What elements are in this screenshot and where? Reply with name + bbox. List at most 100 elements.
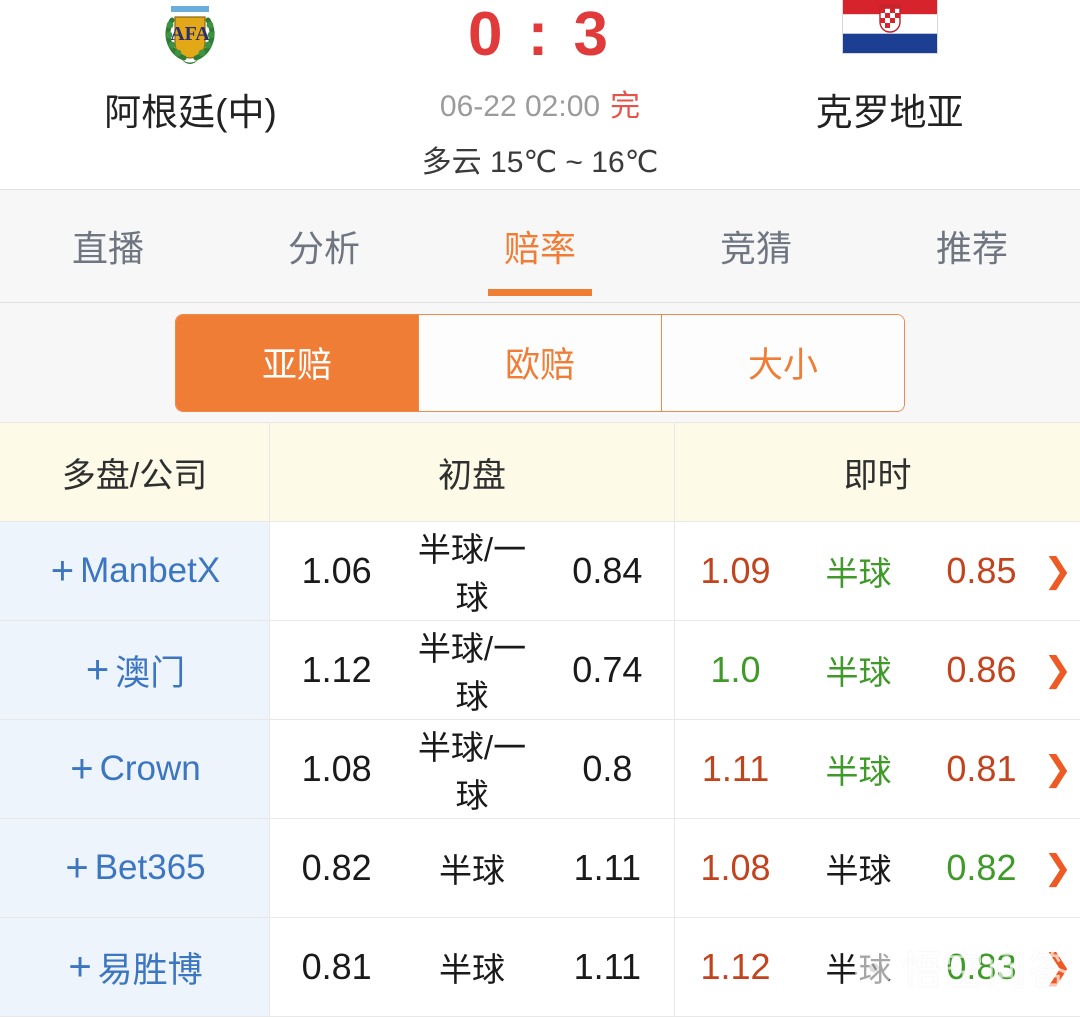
row-live-cell: 1.0 半球 0.86 ❯: [675, 621, 1080, 719]
live-home-odds: 1.12: [700, 946, 771, 987]
live-away-odds: 0.85: [946, 550, 1017, 591]
tab-live-label: 直播: [71, 228, 144, 269]
company-link[interactable]: + 澳门: [84, 645, 185, 696]
opening-away-odds: 0.74: [572, 649, 643, 690]
live-home-odds: 1.08: [700, 847, 771, 888]
company-link[interactable]: + Bet365: [63, 848, 205, 888]
segment-european-odds[interactable]: 欧赔: [419, 314, 662, 411]
opening-handicap: 半球/一球: [417, 531, 527, 616]
away-team-name: 克罗地亚: [815, 92, 964, 133]
plus-icon[interactable]: +: [70, 749, 93, 789]
opening-handicap: 半球/一球: [417, 630, 527, 715]
opening-home-odds: 1.06: [301, 550, 372, 591]
opening-away-odds: 0.84: [572, 550, 643, 591]
row-opening-cell: 1.08 半球/一球 0.8: [270, 720, 675, 818]
segment-over-under-label: 大小: [747, 346, 818, 385]
segment-asian-handicap[interactable]: 亚赔: [176, 314, 419, 411]
chevron-right-icon[interactable]: ❯: [1044, 554, 1073, 588]
table-row[interactable]: + 易胜博 0.81 半球 1.11 1.12 半球 0.83 ❯ ● 悟空问答: [0, 918, 1080, 1017]
match-datetime: 06-22 02:00: [439, 90, 601, 124]
odds-table-header: 多盘/公司 初盘 即时: [0, 423, 1080, 522]
row-company-cell[interactable]: + Crown: [0, 720, 270, 818]
company-name: Crown: [99, 749, 201, 788]
company-link[interactable]: + Crown: [68, 749, 201, 789]
match-weather: 多云 15℃ ~ 16℃: [421, 146, 659, 180]
plus-icon[interactable]: +: [68, 947, 91, 987]
company-name: ManbetX: [80, 551, 221, 590]
live-away-odds: 0.81: [946, 748, 1017, 789]
live-away-odds: 0.83: [946, 946, 1017, 987]
match-scoreboard: AFA 阿根廷(中) 0 : 3 06-22 02:00 完 多云 15℃ ~ …: [0, 0, 1080, 190]
company-name: 易胜博: [97, 950, 203, 990]
chevron-right-icon[interactable]: ❯: [1044, 950, 1073, 984]
live-handicap: 半球: [825, 852, 892, 889]
live-handicap: 半球: [825, 654, 892, 691]
table-row[interactable]: + Bet365 0.82 半球 1.11 1.08 半球 0.82 ❯: [0, 819, 1080, 918]
tab-guess[interactable]: 竞猜: [648, 190, 864, 302]
table-row[interactable]: + Crown 1.08 半球/一球 0.8 1.11 半球 0.81 ❯: [0, 720, 1080, 819]
opening-handicap: 半球/一球: [417, 729, 527, 814]
tab-odds-label: 赔率: [503, 228, 576, 269]
away-team-block: 克罗地亚: [727, 0, 1052, 136]
company-link[interactable]: + 易胜博: [66, 942, 202, 993]
match-status-badge: 完: [610, 90, 641, 124]
tab-analysis-label: 分析: [287, 228, 360, 269]
company-link[interactable]: + ManbetX: [49, 551, 220, 591]
opening-home-odds: 1.08: [301, 748, 372, 789]
table-row[interactable]: + ManbetX 1.06 半球/一球 0.84 1.09 半球 0.85 ❯: [0, 522, 1080, 621]
afa-crest-icon: AFA: [159, 0, 221, 66]
chevron-right-icon[interactable]: ❯: [1044, 851, 1073, 885]
live-away-odds: 0.82: [946, 847, 1017, 888]
company-name: 澳门: [115, 653, 186, 693]
row-company-cell[interactable]: + 澳门: [0, 621, 270, 719]
home-team-block: AFA 阿根廷(中): [28, 0, 353, 136]
live-handicap: 半球: [825, 951, 892, 988]
live-home-odds: 1.11: [701, 748, 770, 789]
segment-over-under[interactable]: 大小: [662, 314, 904, 411]
segment-asian-handicap-label: 亚赔: [261, 346, 332, 385]
odds-type-switcher: 亚赔 欧赔 大小: [0, 303, 1080, 423]
opening-away-odds: 0.8: [582, 748, 633, 789]
segment-european-odds-label: 欧赔: [504, 346, 575, 385]
tab-guess-label: 竞猜: [719, 228, 792, 269]
chevron-right-icon[interactable]: ❯: [1044, 752, 1073, 786]
svg-text:AFA: AFA: [171, 23, 211, 45]
row-company-cell[interactable]: + Bet365: [0, 819, 270, 917]
row-company-cell[interactable]: + ManbetX: [0, 522, 270, 620]
match-center-block: 0 : 3 06-22 02:00 完 多云 15℃ ~ 16℃: [353, 0, 727, 181]
tab-recommend[interactable]: 推荐: [864, 190, 1080, 302]
plus-icon[interactable]: +: [51, 551, 74, 591]
match-score: 0 : 3: [467, 0, 613, 69]
row-live-cell: 1.09 半球 0.85 ❯: [675, 522, 1080, 620]
match-meta: 06-22 02:00 完: [440, 81, 640, 125]
opening-away-odds: 1.11: [573, 946, 642, 987]
plus-icon[interactable]: +: [86, 650, 109, 690]
live-handicap: 半球: [825, 555, 892, 592]
opening-handicap: 半球: [439, 951, 505, 988]
column-header-company: 多盘/公司: [0, 423, 270, 521]
row-live-cell: 1.08 半球 0.82 ❯: [675, 819, 1080, 917]
row-opening-cell: 0.82 半球 1.11: [270, 819, 675, 917]
tab-live[interactable]: 直播: [0, 190, 216, 302]
plus-icon[interactable]: +: [65, 848, 88, 888]
column-header-opening: 初盘: [270, 423, 675, 521]
chevron-right-icon[interactable]: ❯: [1044, 653, 1073, 687]
live-home-odds: 1.09: [700, 550, 771, 591]
row-opening-cell: 1.06 半球/一球 0.84: [270, 522, 675, 620]
opening-home-odds: 0.81: [301, 946, 372, 987]
opening-home-odds: 0.82: [301, 847, 372, 888]
opening-home-odds: 1.12: [301, 649, 372, 690]
opening-away-odds: 1.11: [573, 847, 642, 888]
company-name: Bet365: [94, 848, 206, 887]
live-away-odds: 0.86: [946, 649, 1017, 690]
tab-recommend-label: 推荐: [935, 228, 1008, 269]
row-opening-cell: 0.81 半球 1.11: [270, 918, 675, 1016]
row-live-cell: 1.12 半球 0.83 ❯ ● 悟空问答: [675, 918, 1080, 1016]
home-team-name: 阿根廷(中): [104, 92, 277, 133]
row-opening-cell: 1.12 半球/一球 0.74: [270, 621, 675, 719]
table-row[interactable]: + 澳门 1.12 半球/一球 0.74 1.0 半球 0.86 ❯: [0, 621, 1080, 720]
tab-analysis[interactable]: 分析: [216, 190, 432, 302]
row-company-cell[interactable]: + 易胜博: [0, 918, 270, 1016]
tab-odds[interactable]: 赔率: [432, 190, 648, 302]
column-header-live: 即时: [843, 456, 912, 495]
